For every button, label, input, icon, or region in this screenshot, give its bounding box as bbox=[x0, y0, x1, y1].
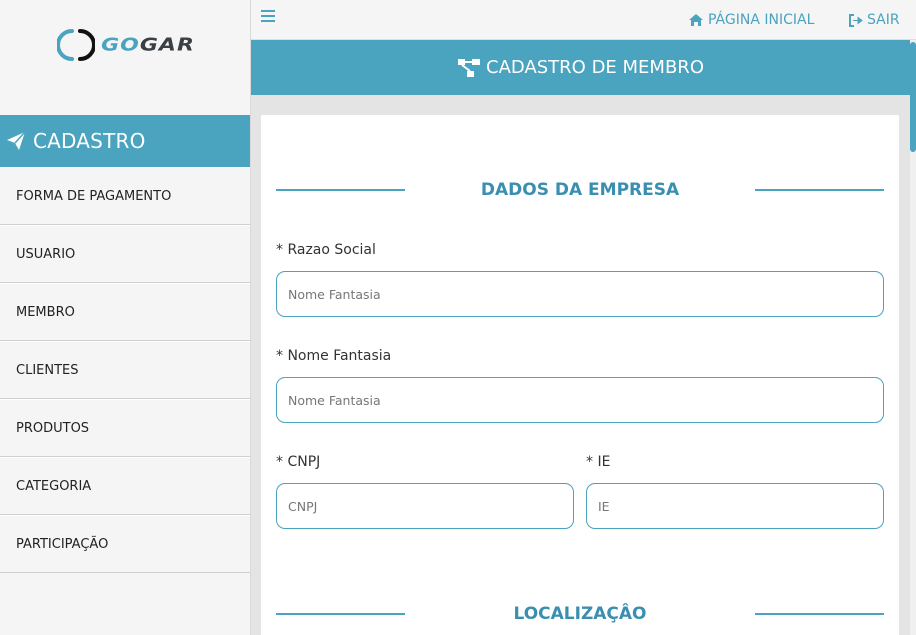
logo-mark-icon bbox=[57, 29, 96, 61]
sidebar-item-label: CLIENTES bbox=[16, 362, 79, 378]
nome-fantasia-label: * Nome Fantasia bbox=[276, 348, 392, 364]
form-card: DADOS DA EMPRESA * Razao Social * Nome F… bbox=[261, 115, 899, 635]
divider-line bbox=[755, 613, 884, 615]
razao-social-label: * Razao Social bbox=[276, 242, 376, 258]
ie-label: * IE bbox=[586, 454, 611, 470]
sidebar-item-categoria[interactable]: CATEGORIA bbox=[0, 457, 250, 515]
sidebar-item-label: PRODUTOS bbox=[16, 420, 90, 436]
section-title-text: DADOS DA EMPRESA bbox=[480, 180, 680, 200]
page-header: CADASTRO DE MEMBRO bbox=[251, 40, 910, 95]
sidebar-item-label: MEMBRO bbox=[16, 304, 75, 320]
divider-line bbox=[276, 613, 405, 615]
exit-link-label: SAIR bbox=[867, 12, 900, 28]
ie-input[interactable] bbox=[586, 483, 884, 529]
sidebar-item-clientes[interactable]: CLIENTES bbox=[0, 341, 250, 399]
section-title-company: DADOS DA EMPRESA bbox=[276, 175, 884, 205]
sidebar-header-label: CADASTRO bbox=[33, 129, 146, 153]
sidebar-item-label: FORMA DE PAGAMENTO bbox=[16, 188, 172, 204]
logo-text: GOGAR bbox=[101, 35, 195, 55]
logo[interactable]: GOGAR bbox=[57, 26, 195, 64]
divider-line bbox=[755, 189, 884, 191]
home-link-label: PÁGINA INICIAL bbox=[708, 12, 815, 28]
sidebar-item-produtos[interactable]: PRODUTOS bbox=[0, 399, 250, 457]
sidebar-item-usuario[interactable]: USUARIO bbox=[0, 225, 250, 283]
page-title: CADASTRO DE MEMBRO bbox=[486, 57, 704, 78]
sign-out-icon bbox=[848, 13, 863, 27]
cnpj-label: * CNPJ bbox=[276, 454, 321, 470]
paper-plane-icon bbox=[6, 130, 28, 152]
logo-area: GOGAR bbox=[0, 0, 250, 115]
home-link[interactable]: PÁGINA INICIAL bbox=[688, 12, 814, 28]
section-title-location: LOCALIZAÇÂO bbox=[276, 599, 884, 629]
exit-link[interactable]: SAIR bbox=[848, 12, 900, 28]
sidebar-header-cadastro[interactable]: CADASTRO bbox=[0, 115, 250, 167]
sidebar: GOGAR CADASTRO FORMA DE PAGAMENTO USUARI… bbox=[0, 0, 251, 635]
section-title-text: LOCALIZAÇÂO bbox=[513, 604, 647, 624]
sidebar-item-label: CATEGORIA bbox=[16, 478, 92, 494]
sidebar-item-forma-de-pagamento[interactable]: FORMA DE PAGAMENTO bbox=[0, 167, 250, 225]
home-icon bbox=[688, 13, 704, 27]
sidebar-item-membro[interactable]: MEMBRO bbox=[0, 283, 250, 341]
razao-social-input[interactable] bbox=[276, 271, 884, 317]
divider-line bbox=[276, 189, 405, 191]
cnpj-input[interactable] bbox=[276, 483, 574, 529]
sidebar-item-participacao[interactable]: PARTICIPAÇÃO bbox=[0, 515, 250, 573]
sidebar-item-label: USUARIO bbox=[16, 246, 76, 262]
top-bar: PÁGINA INICIAL SAIR bbox=[251, 0, 916, 40]
hamburger-icon[interactable] bbox=[261, 10, 275, 24]
nome-fantasia-input[interactable] bbox=[276, 377, 884, 423]
scrollbar-thumb[interactable] bbox=[910, 42, 916, 152]
sitemap-icon bbox=[457, 58, 481, 78]
sidebar-item-label: PARTICIPAÇÃO bbox=[16, 536, 109, 552]
